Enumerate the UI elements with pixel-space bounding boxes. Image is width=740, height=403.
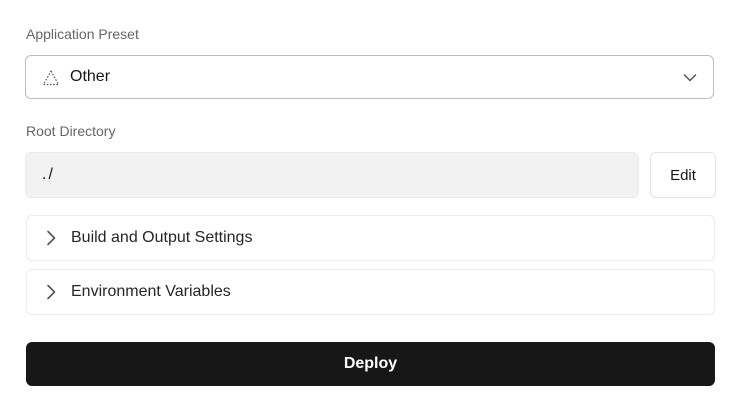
application-preset-label: Application Preset xyxy=(26,26,139,42)
chevron-right-icon xyxy=(47,284,56,300)
application-preset-value: Other xyxy=(70,68,111,85)
deploy-button[interactable]: Deploy xyxy=(26,342,715,386)
environment-variables-label: Environment Variables xyxy=(71,283,231,300)
build-output-settings-label: Build and Output Settings xyxy=(71,229,253,246)
application-preset-select[interactable]: Other xyxy=(25,55,714,99)
triangle-dotted-icon xyxy=(42,70,60,86)
chevron-right-icon xyxy=(47,230,56,246)
build-output-settings-section[interactable]: Build and Output Settings xyxy=(26,215,715,261)
environment-variables-section[interactable]: Environment Variables xyxy=(26,269,715,315)
chevron-down-icon xyxy=(683,74,697,82)
root-directory-value: ./ xyxy=(42,166,55,183)
edit-root-directory-button[interactable]: Edit xyxy=(650,152,716,198)
root-directory-label: Root Directory xyxy=(26,123,116,139)
root-directory-field: ./ xyxy=(25,152,639,198)
